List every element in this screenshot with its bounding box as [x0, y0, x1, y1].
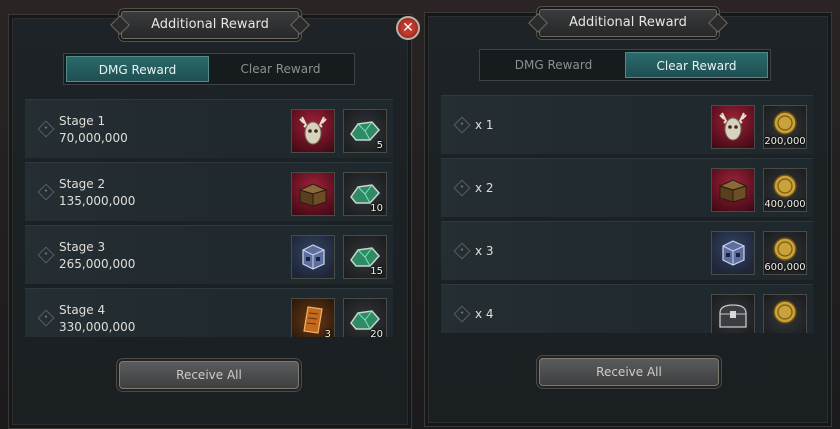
clear-count-label: x 1 [475, 118, 494, 132]
panel-title: Additional Reward [121, 11, 299, 39]
treasure-chest-icon [298, 183, 328, 207]
diamond-ornament-icon [453, 305, 471, 323]
tab-clear-reward[interactable]: Clear Reward [209, 56, 352, 82]
reward-row: Stage 3 265,000,000 15 [25, 225, 393, 284]
reward-quantity: 15 [370, 266, 383, 277]
clear-count-label: x 4 [475, 307, 494, 321]
reward-quantity: 20 [370, 329, 383, 337]
clear-count-label: x 3 [475, 244, 494, 258]
reward-quantity: 10 [370, 203, 383, 214]
gold-coin-icon [773, 237, 797, 261]
reward-list[interactable]: Stage 1 70,000,000 5 Stage 2 135,000,000… [25, 99, 393, 337]
damage-threshold: 330,000,000 [59, 320, 136, 334]
diamond-ornament-icon [453, 116, 471, 134]
reward-tabs: DMG Reward Clear Reward [479, 49, 771, 81]
reward-quantity: 400,000 [764, 199, 806, 210]
diamond-ornament-icon [37, 120, 55, 138]
gold-coin-icon [773, 111, 797, 135]
tab-dmg-reward[interactable]: DMG Reward [66, 56, 209, 82]
reward-slot[interactable] [711, 294, 755, 333]
reward-panel-dmg: Additional Reward DMG Reward Clear Rewar… [8, 11, 412, 429]
receive-all-button[interactable]: Receive All [539, 358, 719, 386]
rune-dice-icon [302, 244, 325, 270]
reward-row: x 2 400,000 [441, 158, 813, 217]
reward-quantity: 3 [324, 329, 331, 337]
reward-slot[interactable]: 5 [343, 109, 387, 153]
reward-slot[interactable]: 3 [291, 298, 335, 337]
diamond-ornament-icon [453, 179, 471, 197]
reward-slot[interactable] [763, 294, 807, 333]
tab-clear-reward[interactable]: Clear Reward [625, 52, 768, 78]
reward-slot[interactable] [291, 109, 335, 153]
gold-coin-icon [773, 174, 797, 198]
reward-row: x 3 600,000 [441, 221, 813, 280]
reward-slot[interactable]: 15 [343, 235, 387, 279]
diamond-ornament-icon [37, 183, 55, 201]
diamond-ornament-icon [37, 309, 55, 327]
iron-chest-icon [719, 304, 747, 328]
damage-threshold: 265,000,000 [59, 257, 136, 271]
reward-slot[interactable]: 10 [343, 172, 387, 216]
stage-label: Stage 3 [59, 240, 106, 254]
close-icon[interactable]: ✕ [396, 16, 420, 40]
reward-quantity: 5 [376, 140, 383, 151]
damage-threshold: 135,000,000 [59, 194, 136, 208]
treasure-chest-icon [718, 179, 748, 203]
reward-panel-clear: Additional Reward DMG Reward Clear Rewar… [424, 9, 832, 427]
reward-slot[interactable]: 400,000 [763, 168, 807, 212]
reward-row: Stage 1 70,000,000 5 [25, 99, 393, 158]
deer-skull-icon [299, 116, 327, 145]
stage-label: Stage 2 [59, 177, 106, 191]
reward-slot[interactable]: 200,000 [763, 105, 807, 149]
reward-slot[interactable] [291, 235, 335, 279]
reward-row: Stage 4 330,000,000 3 20 [25, 288, 393, 337]
rune-dice-icon [722, 240, 745, 266]
reward-row: x 4 [441, 284, 813, 333]
reward-slot[interactable] [711, 105, 755, 149]
clear-count-label: x 2 [475, 181, 494, 195]
reward-quantity: 600,000 [764, 262, 806, 273]
reward-row: x 1 200,000 [441, 95, 813, 154]
deer-skull-icon [719, 112, 747, 141]
reward-slot[interactable] [711, 231, 755, 275]
reward-slot[interactable] [291, 172, 335, 216]
reward-list[interactable]: x 1 200,000 x 2 400,000 x 3 600,000 x 4 [441, 95, 813, 333]
stage-label: Stage 1 [59, 114, 106, 128]
reward-quantity: 200,000 [764, 136, 806, 147]
reward-slot[interactable] [711, 168, 755, 212]
diamond-ornament-icon [453, 242, 471, 260]
damage-threshold: 70,000,000 [59, 131, 128, 145]
stage-label: Stage 4 [59, 303, 106, 317]
diamond-ornament-icon [37, 246, 55, 264]
receive-all-button[interactable]: Receive All [119, 361, 299, 389]
reward-tabs: DMG Reward Clear Reward [63, 53, 355, 85]
reward-slot[interactable]: 20 [343, 298, 387, 337]
reward-slot[interactable]: 600,000 [763, 231, 807, 275]
tab-dmg-reward[interactable]: DMG Reward [482, 52, 625, 78]
panel-title: Additional Reward [539, 9, 717, 37]
gold-coin-icon [773, 300, 797, 324]
scroll-icon [303, 306, 323, 334]
reward-row: Stage 2 135,000,000 10 [25, 162, 393, 221]
